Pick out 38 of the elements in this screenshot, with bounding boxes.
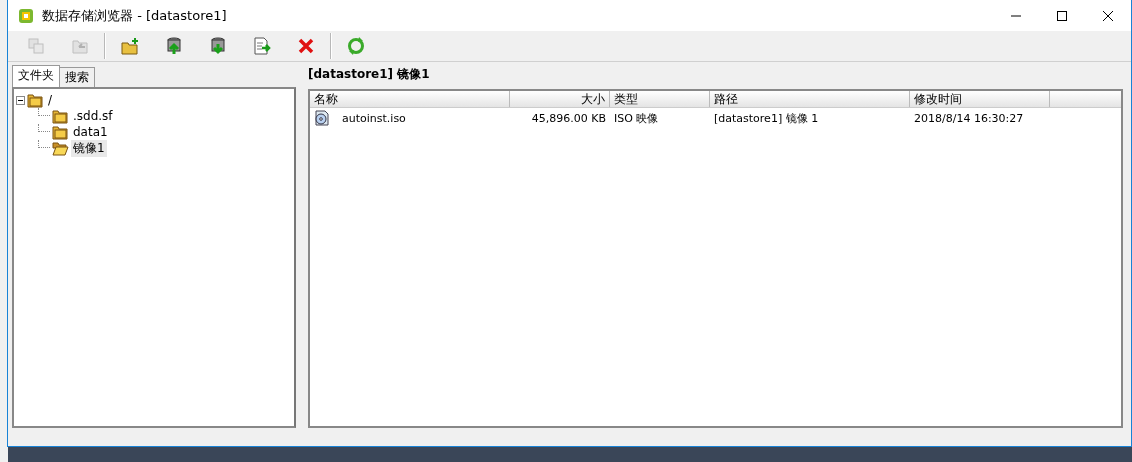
table-cell-text: ISO 映像 <box>613 110 660 126</box>
collapse-icon[interactable] <box>16 95 25 105</box>
column-header[interactable]: 路径 <box>710 91 910 107</box>
close-icon <box>1102 10 1114 21</box>
folder-icon <box>52 108 69 124</box>
tree-connector-line <box>38 108 50 116</box>
maximize-icon <box>1056 10 1068 21</box>
disc-file-icon <box>314 110 330 126</box>
tab[interactable]: 文件夹 <box>12 65 60 87</box>
folder-arrow-icon <box>71 37 89 55</box>
column-header[interactable]: 修改时间 <box>910 91 1050 107</box>
tree-connector-line <box>38 124 50 132</box>
tab[interactable]: 搜索 <box>59 67 95 87</box>
table-cell-text: 45,896.00 KB <box>530 111 607 125</box>
window-title: 数据存储浏览器 - [datastore1] <box>42 6 228 25</box>
tree-item[interactable]: data1 <box>71 125 110 139</box>
folder-icon <box>52 124 69 140</box>
column-header[interactable]: 类型 <box>610 91 710 107</box>
table-cell-text: [datastore1] 镜像 1 <box>713 110 820 126</box>
database-download-icon <box>209 37 227 55</box>
new-folder-icon <box>121 37 139 55</box>
tree-item[interactable]: / <box>46 93 55 107</box>
tree-connector-line <box>38 140 50 148</box>
tree-item[interactable]: 镜像1 <box>71 139 107 157</box>
database-upload-icon <box>165 37 183 55</box>
path-title: [datastore1] 镜像1 <box>308 67 431 83</box>
copy-icon <box>27 37 45 55</box>
app-icon <box>18 7 34 24</box>
column-header[interactable]: 大小 <box>510 91 610 107</box>
open-folder-icon <box>52 140 69 156</box>
file-name[interactable]: autoinst.iso <box>342 111 406 125</box>
table-cell-text: 2018/8/14 16:30:27 <box>913 111 1025 125</box>
folder-icon <box>27 92 44 108</box>
document-arrow-icon <box>253 37 271 55</box>
tree-item[interactable]: .sdd.sf <box>71 109 115 123</box>
delete-icon <box>297 37 315 55</box>
column-header[interactable]: 名称 <box>310 91 510 107</box>
refresh-icon <box>347 37 365 55</box>
